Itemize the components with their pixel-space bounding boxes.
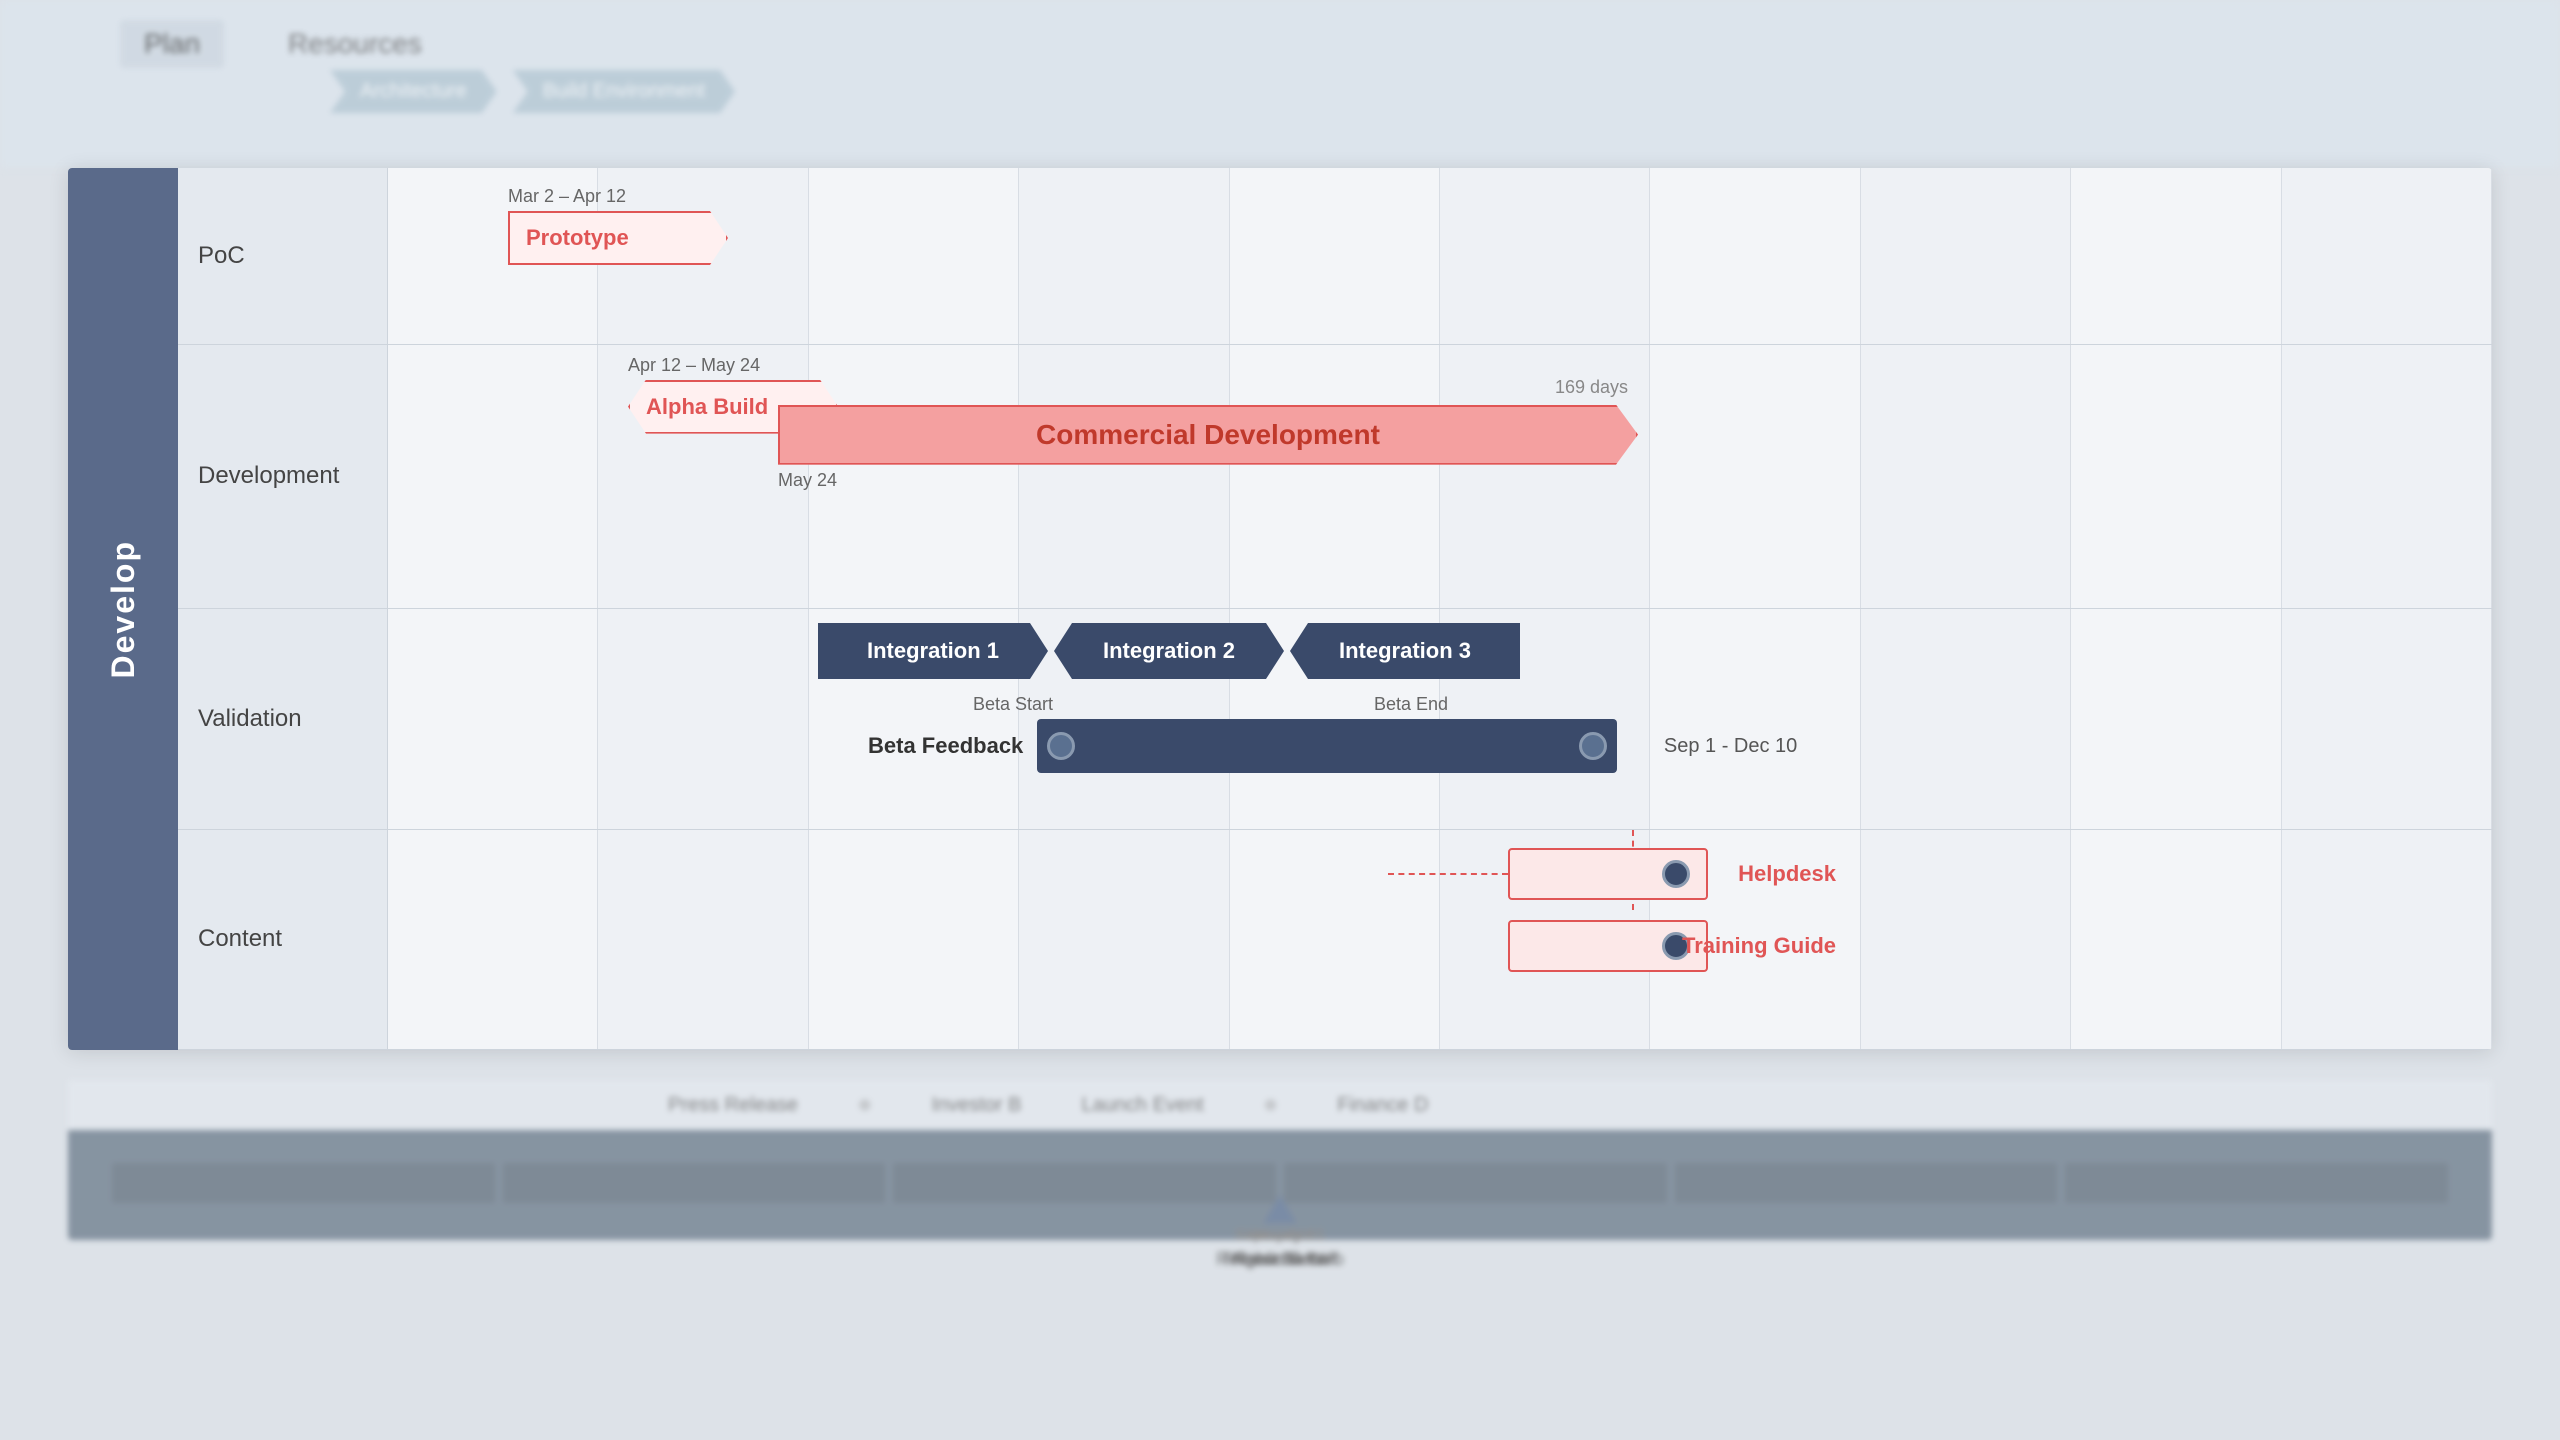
integrations-group: Integration 1 Integration 2 Integration …: [818, 623, 1520, 679]
beta-text-label: Beta Feedback: [868, 733, 1023, 759]
task-build-env: Build Environment: [513, 70, 735, 113]
integration-3-bar[interactable]: Integration 3: [1290, 623, 1520, 679]
chart-row-development: Apr 12 – May 24 Alpha Build 169 days Com…: [388, 345, 2492, 609]
row-label-content: Content: [178, 830, 387, 1051]
event-finance: Finance D: [1337, 1094, 1428, 1117]
alpha-date: Apr 12 – May 24: [628, 355, 838, 376]
event-press-release: Press Release: [668, 1094, 798, 1117]
training-label: Training Guide: [1682, 933, 1836, 959]
beta-start-label: Beta Start: [868, 694, 1158, 715]
event-launch: Launch Event: [1082, 1094, 1204, 1117]
dashed-h-1: [1388, 873, 1508, 875]
chart-row-poc: Mar 2 – Apr 12 Prototype: [388, 168, 2492, 345]
integration-2-label: Integration 2: [1103, 638, 1235, 664]
prototype-bar[interactable]: Prototype: [508, 211, 728, 265]
event-investor: Investor B: [931, 1094, 1021, 1117]
release-date: February 19: [1237, 1227, 1323, 1245]
release-triangle: [1264, 1195, 1296, 1223]
prototype-date: Mar 2 – Apr 12: [508, 186, 728, 207]
tab-resources[interactable]: Resources: [264, 20, 446, 68]
chart-row-validation: Integration 1 Integration 2 Integration …: [388, 609, 2492, 830]
row-label-poc: PoC: [178, 168, 387, 345]
alpha-label: Alpha Build: [646, 394, 768, 420]
integration-1-label: Integration 1: [867, 638, 999, 664]
row-labels: PoC Development Validation Content: [178, 168, 388, 1050]
beta-start-dot: [1047, 732, 1075, 760]
row-label-validation: Validation: [178, 609, 387, 830]
beta-wrapper: Beta Start Beta End Beta Feedback Sep 1 …: [868, 694, 1617, 773]
tab-plan[interactable]: Plan: [120, 20, 224, 68]
integration-1-bar[interactable]: Integration 1: [818, 623, 1048, 679]
prototype-label: Prototype: [526, 225, 629, 251]
helpdesk-bar[interactable]: Helpdesk: [1508, 848, 1708, 900]
release-name: Release to Web: [1216, 1249, 1344, 1270]
training-wrapper: Training Guide: [1508, 920, 1708, 972]
helpdesk-dot: [1662, 860, 1690, 888]
row-label-development: Development: [178, 345, 387, 609]
commercial-label: Commercial Development: [1036, 419, 1380, 451]
top-tasks: Architecture Build Environment: [330, 70, 735, 113]
beta-date-range: Sep 1 - Dec 10: [1664, 735, 1797, 758]
helpdesk-label: Helpdesk: [1738, 861, 1836, 887]
beta-end-label: Beta End: [1158, 694, 1448, 715]
chart-area: Mar 2 – Apr 12 Prototype Apr 12 – May 24…: [388, 168, 2492, 1050]
commercial-start: May 24: [778, 470, 837, 491]
prototype-wrapper: Mar 2 – Apr 12 Prototype: [508, 186, 728, 265]
training-bar[interactable]: Training Guide: [1508, 920, 1708, 972]
bottom-section: 2025 2026 January 6 Project Kickoff May …: [0, 1040, 2560, 1440]
beta-bar[interactable]: Sep 1 - Dec 10: [1037, 719, 1617, 773]
beta-end-dot: [1579, 732, 1607, 760]
commercial-bar[interactable]: Commercial Development Jan 15: [778, 405, 1638, 465]
gantt-sidebar: Develop: [68, 168, 178, 1050]
helpdesk-wrapper: Helpdesk: [1508, 848, 1708, 900]
task-architecture: Architecture: [330, 70, 497, 113]
commercial-end: Jan 15: [1646, 423, 1708, 446]
commercial-wrapper: 169 days Commercial Development Jan 15 M…: [778, 405, 1638, 465]
sidebar-label: Develop: [105, 540, 142, 678]
bottom-label-bar: Press Release ⊕ Investor B Launch Event …: [68, 1080, 2492, 1130]
page-wrapper: Plan Resources Architecture Build Enviro…: [0, 0, 2560, 1440]
top-tab-bar: Plan Resources: [120, 20, 446, 68]
integration-3-label: Integration 3: [1339, 638, 1471, 664]
commercial-days: 169 days: [1555, 377, 1628, 398]
integration-2-bar[interactable]: Integration 2: [1054, 623, 1284, 679]
milestone-release: February 19 Release to Web: [1216, 1195, 1344, 1270]
gantt-chart: Develop PoC Development Validation Conte…: [68, 168, 2492, 1050]
chart-row-content: Helpdesk Training Guide: [388, 830, 2492, 1051]
chart-rows: Mar 2 – Apr 12 Prototype Apr 12 – May 24…: [388, 168, 2492, 1050]
